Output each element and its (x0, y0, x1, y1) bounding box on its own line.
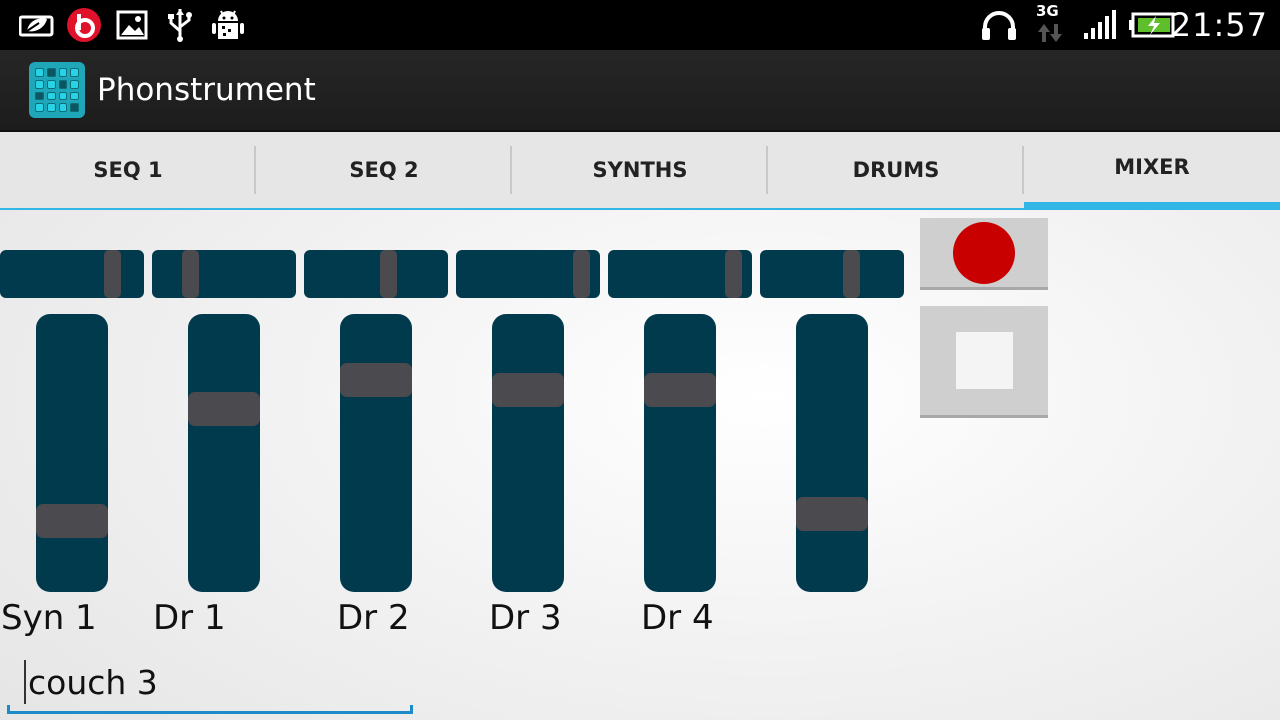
pan-slider-thumb[interactable] (380, 250, 398, 298)
volume-fader-4[interactable] (492, 314, 564, 592)
tab-seq-2[interactable]: SEQ 2 (256, 132, 512, 210)
pan-slider-thumb[interactable] (572, 250, 590, 298)
battery-charging-icon (1128, 8, 1176, 42)
volume-fader-3[interactable] (340, 314, 412, 592)
status-bar: 3G 21:57 (0, 0, 1280, 50)
pan-slider-2[interactable] (152, 250, 296, 298)
clock: 21:57 (1170, 6, 1268, 44)
tab-label: SEQ 1 (93, 158, 163, 182)
tab-mixer[interactable]: MIXER (1024, 132, 1280, 210)
volume-fader-thumb[interactable] (188, 392, 260, 427)
pan-slider-6[interactable] (760, 250, 904, 298)
channel-label: Dr 1 (153, 598, 226, 638)
volume-fader-thumb[interactable] (492, 372, 564, 407)
pan-slider-3[interactable] (304, 250, 448, 298)
channel-label: Syn 1 (1, 598, 97, 638)
record-button[interactable] (920, 218, 1048, 290)
data-transfer-icon (1036, 22, 1064, 44)
pan-slider-thumb[interactable] (104, 250, 122, 298)
channel-label: Dr 3 (489, 598, 562, 638)
beats-audio-icon (66, 8, 102, 42)
signal-icon (1082, 8, 1118, 42)
tab-bar: SEQ 1 SEQ 2 SYNTHS DRUMS MIXER (0, 132, 1280, 210)
volume-fader-thumb[interactable] (644, 372, 716, 407)
headphones-icon (980, 8, 1018, 42)
tab-label: SEQ 2 (349, 158, 419, 182)
eco-mode-icon (18, 8, 56, 42)
volume-fader-1[interactable] (36, 314, 108, 592)
pan-slider-4[interactable] (456, 250, 600, 298)
stop-icon (955, 332, 1013, 389)
volume-fader-6[interactable] (796, 314, 868, 592)
tab-label: MIXER (1114, 155, 1190, 179)
network-type-label: 3G (1036, 2, 1059, 20)
name-input[interactable] (24, 660, 404, 704)
stop-button[interactable] (920, 306, 1048, 418)
pan-slider-thumb[interactable] (724, 250, 742, 298)
record-icon (953, 221, 1015, 284)
channel-label: Dr 4 (641, 598, 714, 638)
volume-fader-thumb[interactable] (36, 504, 108, 539)
volume-fader-thumb[interactable] (796, 497, 868, 531)
pan-slider-thumb[interactable] (842, 250, 860, 298)
pan-slider-thumb[interactable] (182, 250, 200, 298)
name-field (7, 648, 413, 714)
grid-sequencer-icon[interactable] (29, 62, 85, 118)
volume-fader-thumb[interactable] (340, 362, 412, 397)
android-debug-icon (210, 8, 246, 42)
usb-icon (166, 8, 194, 42)
pan-slider-1[interactable] (0, 250, 144, 298)
tab-label: DRUMS (852, 158, 940, 182)
tab-seq-1[interactable]: SEQ 1 (0, 132, 256, 210)
image-icon (116, 8, 148, 42)
tab-synths[interactable]: SYNTHS (512, 132, 768, 210)
volume-fader-5[interactable] (644, 314, 716, 592)
channel-label: Dr 2 (337, 598, 410, 638)
volume-fader-2[interactable] (188, 314, 260, 592)
tab-label: SYNTHS (592, 158, 688, 182)
tab-drums[interactable]: DRUMS (768, 132, 1024, 210)
pan-slider-5[interactable] (608, 250, 752, 298)
action-bar: Phonstrument (0, 50, 1280, 132)
app-title: Phonstrument (97, 72, 316, 108)
